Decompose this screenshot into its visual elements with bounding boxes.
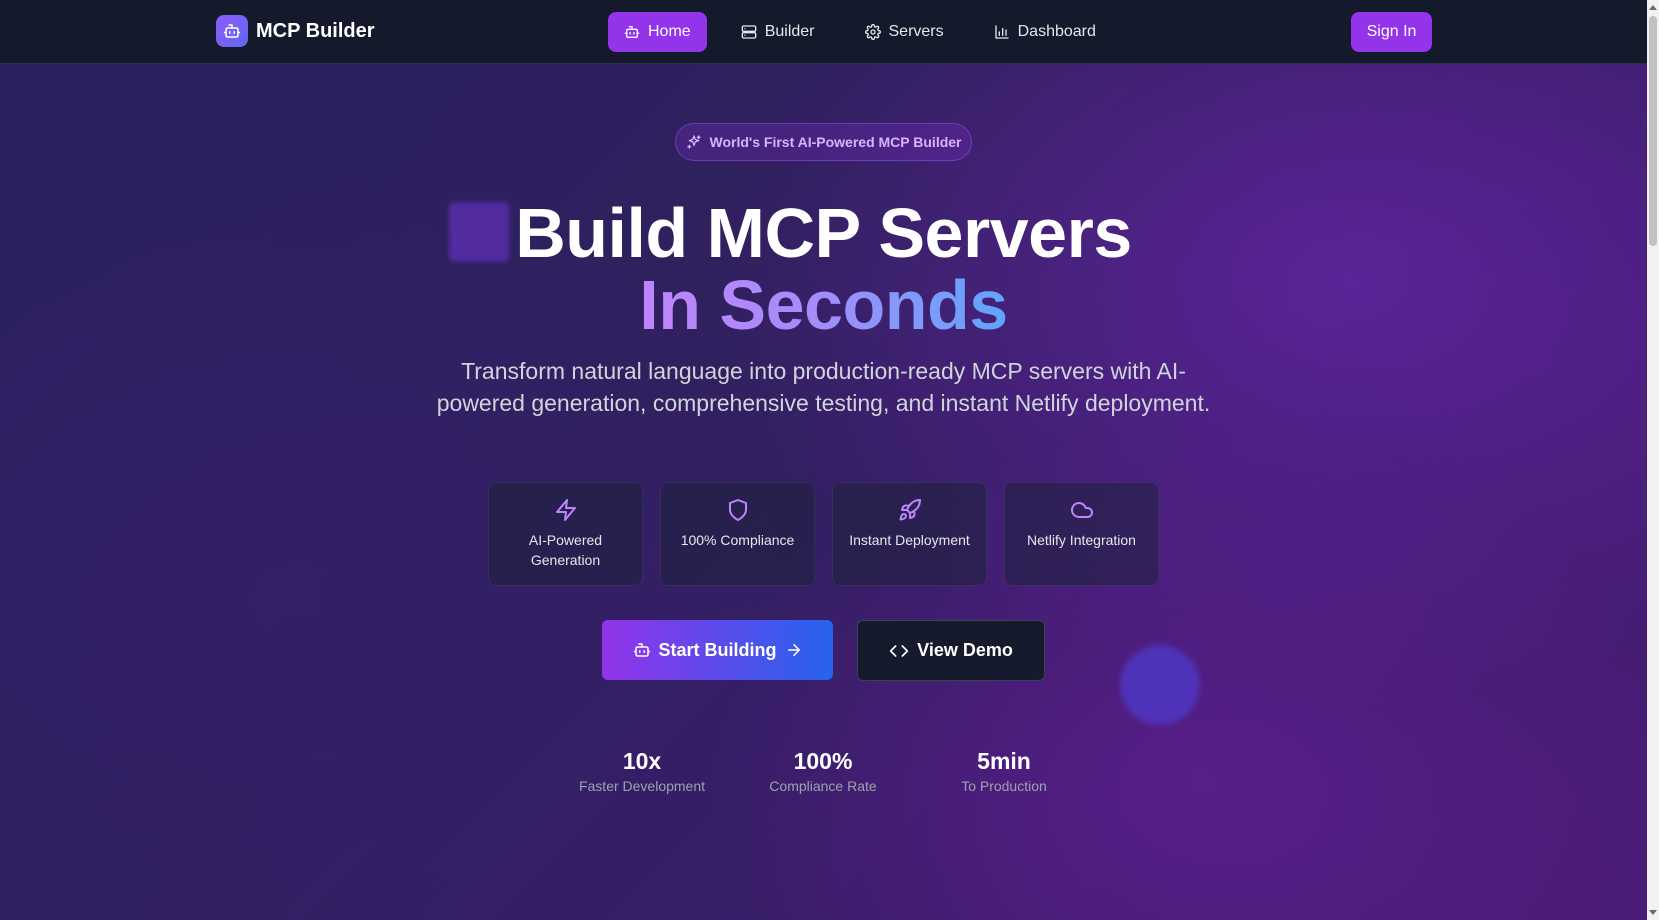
stat-compliance-rate: 100% Compliance Rate [743, 748, 903, 794]
feature-label: AI-Powered Generation [528, 532, 603, 568]
arrow-right-icon [787, 644, 800, 656]
feature-cards: AI-Powered Generation 100% Compliance In… [488, 482, 1176, 586]
nav-dashboard[interactable]: Dashboard [978, 12, 1112, 52]
sign-in-button[interactable]: Sign In [1351, 12, 1432, 52]
scroll-down-arrow-icon[interactable] [1649, 910, 1657, 915]
feature-card-ai-generation: AI-Powered Generation [488, 482, 643, 586]
nav-servers[interactable]: Servers [849, 12, 960, 52]
code-icon [889, 644, 909, 657]
nav-dashboard-label: Dashboard [1017, 23, 1096, 40]
nav-links: Home Builder Servers Dashboard [608, 12, 1130, 52]
nav-builder-label: Builder [764, 23, 815, 40]
decorative-circle [1120, 645, 1200, 725]
stat-label: Faster Development [578, 778, 706, 794]
start-building-button[interactable]: Start Building [602, 620, 833, 680]
bot-logo-icon [216, 15, 248, 47]
feature-card-netlify: Netlify Integration [1004, 482, 1159, 586]
feature-card-compliance: 100% Compliance [660, 482, 815, 586]
stat-to-production: 5min To Production [924, 748, 1084, 794]
gear-icon [864, 24, 881, 40]
stat-faster-development: 10x Faster Development [562, 748, 722, 794]
hero-title-line2: In Seconds [0, 265, 1647, 345]
bar-chart-icon [994, 25, 1009, 39]
hero-title-gradient-text: In Seconds [639, 266, 1008, 344]
hero-badge: World's First AI-Powered MCP Builder [675, 123, 972, 161]
sparkles-icon [686, 135, 701, 149]
brand[interactable]: MCP Builder [216, 15, 375, 47]
view-demo-label: View Demo [917, 640, 1013, 660]
bot-icon [624, 26, 640, 38]
nav-home[interactable]: Home [608, 12, 707, 52]
view-demo-button[interactable]: View Demo [857, 620, 1045, 681]
hero-subtitle: Transform natural language into producti… [436, 358, 1211, 416]
feature-label: Instant Deployment [849, 532, 970, 548]
feature-label: 100% Compliance [680, 532, 795, 548]
stat-value: 10x [622, 748, 662, 774]
server-icon [741, 25, 757, 39]
stat-value: 100% [793, 748, 853, 774]
start-building-label: Start Building [658, 639, 777, 660]
hero-badge-label: World's First AI-Powered MCP Builder [709, 134, 962, 150]
bot-icon [633, 643, 650, 657]
scrollbar[interactable] [1647, 0, 1659, 920]
feature-label: Netlify Integration [1027, 532, 1136, 548]
stat-label: To Production [961, 778, 1047, 794]
brand-name: MCP Builder [256, 19, 375, 42]
nav-builder[interactable]: Builder [725, 12, 831, 52]
stat-label: Compliance Rate [769, 778, 877, 794]
nav-home-label: Home [648, 23, 691, 40]
rocket-icon [899, 498, 921, 521]
stat-value: 5min [977, 748, 1031, 774]
navbar: MCP Builder Home Builder Servers Dashboa… [0, 0, 1647, 64]
lightning-icon [555, 499, 576, 521]
hero-title-line1: Build MCP Servers [515, 194, 1132, 272]
feature-card-deployment: Instant Deployment [832, 482, 987, 586]
scroll-up-arrow-icon[interactable] [1649, 5, 1657, 10]
shield-icon [728, 499, 747, 521]
page: MCP Builder Home Builder Servers Dashboa… [0, 0, 1647, 920]
cloud-icon [1070, 502, 1093, 518]
scrollbar-thumb[interactable] [1649, 16, 1657, 246]
nav-servers-label: Servers [888, 23, 944, 40]
